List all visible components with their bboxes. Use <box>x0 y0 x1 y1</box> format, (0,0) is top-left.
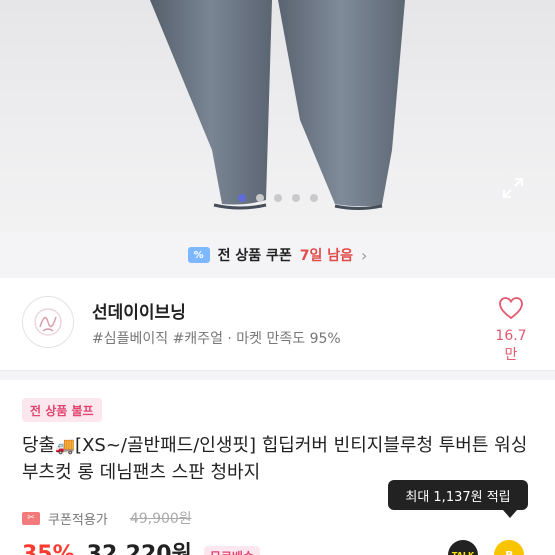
shop-logo[interactable] <box>22 296 74 348</box>
section-divider <box>0 370 555 380</box>
favorite-count: 16.7만 <box>495 328 527 363</box>
pagination-dot[interactable] <box>309 194 318 202</box>
sale-price: 32,220원 <box>86 542 192 555</box>
coupon-banner[interactable]: % 전 상품 쿠폰 7일 남음 › <box>0 232 555 278</box>
discount-rate: 35% <box>22 542 75 555</box>
points-coin-button[interactable]: P <box>494 540 524 555</box>
free-shipping-badge: 무료배송 <box>203 546 260 555</box>
pagination-dot[interactable] <box>237 194 246 202</box>
coupon-price-label: 쿠폰적용가 <box>48 512 108 528</box>
pagination-dot[interactable] <box>255 194 264 202</box>
sale-badge: 전 상품 불프 <box>22 398 102 422</box>
gallery-pagination <box>0 194 555 202</box>
coupon-banner-text: 전 상품 쿠폰 <box>217 248 292 264</box>
tooltip-arrow <box>503 510 517 518</box>
shop-info: 선데이이브닝 #심플베이직 #캐주얼 · 마켓 만족도 95% 16.7만 <box>0 278 555 368</box>
chevron-right-icon: › <box>361 245 368 265</box>
pagination-dot[interactable] <box>291 194 300 202</box>
talk-chat-button[interactable]: TALK <box>448 540 478 555</box>
title-main: [XS~/골반패드/인생핏] 힙딥커버 빈티지블루청 투버튼 워싱 부츠컷 롱 … <box>22 435 528 483</box>
expand-icon[interactable] <box>501 176 535 210</box>
coupon-icon: ✂ <box>22 511 40 525</box>
coupon-days-left: 7일 남음 <box>299 248 353 264</box>
product-title: 당출🚚[XS~/골반패드/인생핏] 힙딥커버 빈티지블루청 투버튼 워싱 부츠컷… <box>22 432 537 486</box>
coupon-ticket-icon: % <box>187 247 210 263</box>
heart-icon <box>499 297 523 320</box>
original-price: 49,900원 <box>129 511 192 527</box>
truck-icon: 🚚 <box>55 436 76 455</box>
favorite-button[interactable]: 16.7만 <box>489 296 533 364</box>
price-row: 35% 32,220원 무료배송 <box>22 536 260 555</box>
shop-tags: #심플베이직 #캐주얼 · 마켓 만족도 95% <box>92 331 341 347</box>
coupon-price-row: ✂ 쿠폰적용가 49,900원 <box>22 508 192 528</box>
pagination-dot[interactable] <box>273 194 282 202</box>
shop-name[interactable]: 선데이이브닝 <box>92 298 186 323</box>
points-tooltip: 최대 1,137원 적립 <box>388 480 528 510</box>
product-image-gallery[interactable] <box>0 0 555 232</box>
title-prefix: 당출 <box>22 435 56 456</box>
